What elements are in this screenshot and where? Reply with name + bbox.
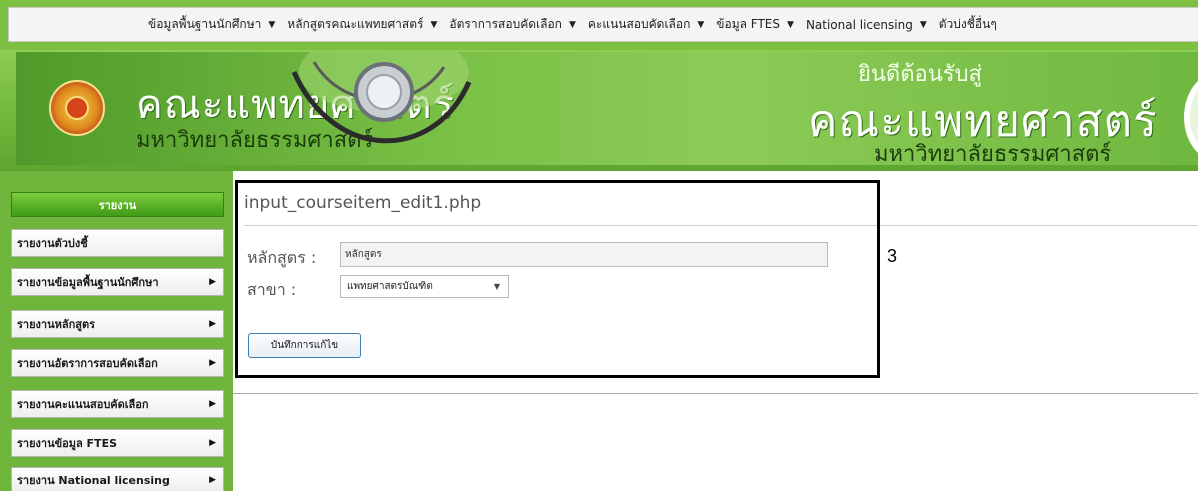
chevron-right-icon: ▶ [209,474,216,485]
caret-down-icon: ▼ [697,19,705,30]
sidebar-item-label: รายงานข้อมูลพื้นฐานนักศึกษา [17,276,159,289]
sidebar: รายงาน รายงานตัวบ่งชี้ รายงานข้อมูลพื้นฐ… [0,171,233,491]
stethoscope-icon [291,52,472,144]
menu-item-label: ตัวบ่งชี้อื่นๆ [938,17,997,31]
sidebar-item-curriculum-report[interactable]: รายงานหลักสูตร ▶ [11,310,224,338]
seal-center [65,96,89,120]
top-bar: ข้อมูลพื้นฐานนักศึกษา ▼ หลักสูตรคณะแพทยศ… [0,0,1198,50]
welcome-university-subtitle: มหาวิทยาลัยธรรมศาสตร์ [874,142,1112,165]
chevron-right-icon: ▶ [209,319,216,329]
chevron-right-icon: ▶ [209,399,216,409]
save-changes-button[interactable]: บันทึกการแก้ไข [248,333,361,358]
sidebar-item-admission-score-report[interactable]: รายงานคะแนนสอบคัดเลือก ▶ [11,390,224,418]
caret-down-icon: ▼ [493,282,500,291]
header-banner: คณะแพทยศาสตร์ มหาวิทยาลัยธรรมศาสตร์ ยินด… [0,50,1198,171]
sidebar-item-label: รายงานหลักสูตร [17,318,96,331]
caret-down-icon: ▼ [268,19,276,30]
menu-item-national-licensing[interactable]: National licensing ▼ [806,18,927,32]
course-input[interactable] [340,242,828,267]
sidebar-item-indicators-report[interactable]: รายงานตัวบ่งชี้ [11,229,224,257]
content-divider [233,393,1198,394]
menu-item-student-data[interactable]: ข้อมูลพื้นฐานนักศึกษา ▼ [148,15,275,34]
menu-item-label: ข้อมูลพื้นฐานนักศึกษา [148,17,262,31]
menu-item-label: หลักสูตรคณะแพทยศาสตร์ [287,17,424,31]
sidebar-item-label: รายงานคะแนนสอบคัดเลือก [17,398,149,411]
main-menu: ข้อมูลพื้นฐานนักศึกษา ▼ หลักสูตรคณะแพทยศ… [8,7,1198,42]
title-divider [244,225,1198,226]
sidebar-item-label: รายงานข้อมูล FTES [17,437,117,450]
menu-item-ftes[interactable]: ข้อมูล FTES ▼ [716,15,794,34]
menu-item-label: National licensing [805,17,913,32]
menu-item-admission-score[interactable]: คะแนนสอบคัดเลือก ▼ [588,15,704,34]
menu-item-label: อัตราการสอบคัดเลือก [449,17,562,31]
annotation-number: 3 [887,246,898,266]
page-title: input_courseitem_edit1.php [244,193,482,213]
menu-item-label: ข้อมูล FTES [716,17,781,31]
menu-item-other-indicators[interactable]: ตัวบ่งชี้อื่นๆ [939,15,997,34]
faculty-logo-icon [1184,72,1198,162]
major-label: สาขา : [247,280,297,299]
major-select[interactable]: แพทยศาสตรบัณฑิต ▼ [340,275,509,298]
sidebar-item-label: รายงาน National licensing [17,473,170,487]
menu-item-label: คะแนนสอบคัดเลือก [587,17,691,31]
chevron-right-icon: ▶ [209,277,216,287]
sidebar-header: รายงาน [11,192,224,217]
course-label: หลักสูตร : [247,248,317,267]
banner-panel: คณะแพทยศาสตร์ มหาวิทยาลัยธรรมศาสตร์ ยินด… [16,52,1198,165]
sidebar-item-ftes-report[interactable]: รายงานข้อมูล FTES ▶ [11,429,224,457]
caret-down-icon: ▼ [787,19,794,30]
sidebar-item-label: รายงานอัตราการสอบคัดเลือก [17,357,158,370]
caret-down-icon: ▼ [430,19,438,30]
sidebar-item-label: รายงานตัวบ่งชี้ [17,237,88,250]
menu-item-curriculum[interactable]: หลักสูตรคณะแพทยศาสตร์ ▼ [287,15,437,34]
chevron-right-icon: ▶ [209,358,216,368]
sidebar-item-national-licensing-report[interactable]: รายงาน National licensing ▶ [11,467,224,491]
caret-down-icon: ▼ [568,19,576,30]
caret-down-icon: ▼ [919,19,927,30]
sidebar-item-student-data-report[interactable]: รายงานข้อมูลพื้นฐานนักศึกษา ▶ [11,268,224,296]
sidebar-item-admission-rate-report[interactable]: รายงานอัตราการสอบคัดเลือก ▶ [11,349,224,377]
major-selected-value: แพทยศาสตรบัณฑิต [347,281,433,292]
menu-item-admission-rate[interactable]: อัตราการสอบคัดเลือก ▼ [449,15,575,34]
university-seal-icon [49,80,105,136]
chevron-right-icon: ▶ [209,438,216,448]
